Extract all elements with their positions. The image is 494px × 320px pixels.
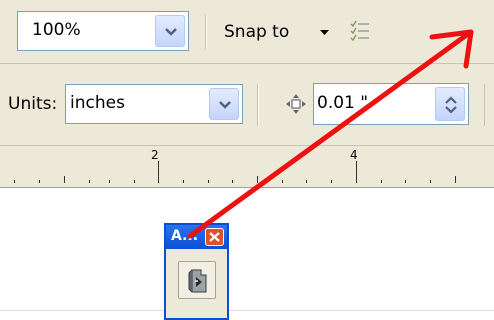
annotation-arrow xyxy=(187,29,474,239)
